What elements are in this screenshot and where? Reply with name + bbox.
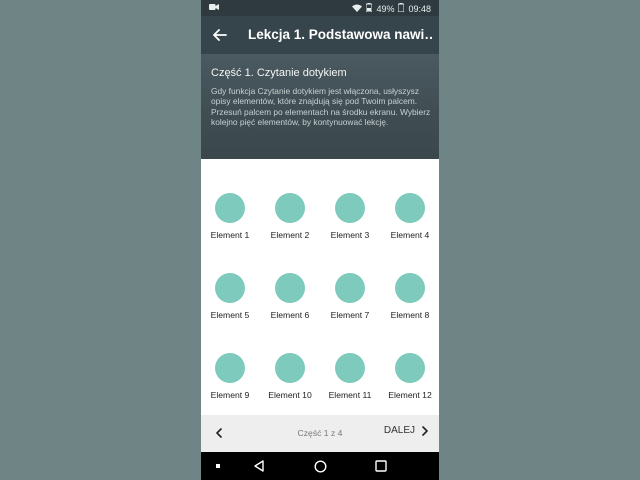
- element-dot: [275, 193, 305, 223]
- battery-percent: 49%: [376, 3, 395, 14]
- lesson-intro: Część 1. Czytanie dotykiem Gdy funkcja C…: [201, 54, 439, 159]
- app-bar: Lekcja 1. Podstawowa nawi…: [201, 16, 439, 54]
- wifi-icon: [352, 4, 363, 14]
- element-label: Element 4: [390, 230, 430, 240]
- grid-element-7[interactable]: Element 7: [321, 273, 381, 353]
- grid-element-2[interactable]: Element 2: [261, 193, 321, 273]
- back-arrow-icon: [213, 29, 227, 41]
- background: 49% 09:48 Lekcja 1. Podstawowa nawi… Czę…: [0, 0, 640, 480]
- element-dot: [335, 193, 365, 223]
- battery-icon: [365, 3, 373, 14]
- section-title: Część 1. Czytanie dotykiem: [211, 67, 347, 79]
- element-dot: [335, 353, 365, 383]
- element-grid: Element 1 Element 2 Element 3 Element 4 …: [201, 159, 439, 415]
- grid-element-4[interactable]: Element 4: [381, 193, 439, 273]
- back-button[interactable]: [209, 24, 231, 46]
- section-description: Gdy funkcja Czytanie dotykiem jest włącz…: [211, 86, 431, 128]
- grid-element-1[interactable]: Element 1: [201, 193, 261, 273]
- element-dot: [215, 273, 245, 303]
- system-home-button[interactable]: [313, 459, 327, 473]
- grid-element-8[interactable]: Element 8: [381, 273, 439, 353]
- element-dot: [395, 353, 425, 383]
- page-title: Lekcja 1. Podstawowa nawi…: [248, 27, 434, 42]
- grid-element-3[interactable]: Element 3: [321, 193, 381, 273]
- video-camera-icon: [209, 3, 219, 13]
- system-recents-icon: [375, 460, 387, 472]
- element-label: Element 8: [390, 310, 430, 320]
- element-dot: [215, 353, 245, 383]
- system-home-icon: [313, 459, 327, 473]
- system-navigation-bar: [201, 452, 439, 480]
- grid-element-5[interactable]: Element 5: [201, 273, 261, 353]
- next-button[interactable]: DALEJ: [384, 425, 429, 436]
- element-dot: [275, 273, 305, 303]
- system-menu-button[interactable]: [211, 459, 225, 473]
- system-back-icon: [254, 460, 264, 472]
- element-dot: [395, 273, 425, 303]
- status-right: 49% 09:48: [352, 3, 431, 14]
- chevron-right-icon: [422, 425, 428, 436]
- system-recents-button[interactable]: [374, 459, 388, 473]
- element-dot: [215, 193, 245, 223]
- element-dot: [275, 353, 305, 383]
- system-menu-icon: [216, 464, 220, 468]
- grid-element-6[interactable]: Element 6: [261, 273, 321, 353]
- phone-screen: 49% 09:48 Lekcja 1. Podstawowa nawi… Czę…: [201, 0, 439, 480]
- status-bar: 49% 09:48: [201, 0, 439, 16]
- element-dot: [335, 273, 365, 303]
- status-time: 09:48: [408, 3, 431, 14]
- next-label: DALEJ: [383, 425, 415, 436]
- element-dot: [395, 193, 425, 223]
- battery-charging-icon: [397, 3, 405, 14]
- lesson-navigation: Część 1 z 4 DALEJ: [201, 415, 439, 452]
- element-label: Element 12: [388, 390, 432, 400]
- system-back-button[interactable]: [252, 459, 266, 473]
